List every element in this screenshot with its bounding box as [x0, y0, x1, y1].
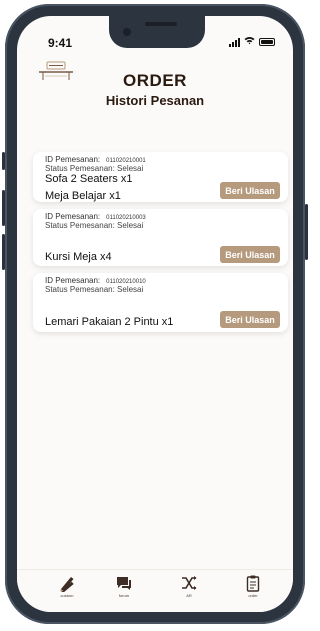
shuffle-icon: [169, 574, 209, 592]
nav-item-order[interactable]: order: [233, 574, 273, 598]
review-button[interactable]: Beri Ulasan: [220, 246, 280, 263]
order-item: Meja Belajar x1: [45, 190, 121, 202]
order-item: Sofa 2 Seaters x1: [45, 173, 133, 185]
chat-icon: [104, 574, 144, 592]
notch: [109, 16, 205, 48]
mute-switch: [2, 152, 5, 170]
clipboard-icon: [233, 574, 273, 592]
order-id: ID Pemesanan: 011020210010: [45, 276, 146, 285]
status-icons: [229, 36, 275, 48]
order-id-label: ID Pemesanan:: [45, 276, 101, 285]
phone-frame: 9:41 ORDER Histori Pesanan ID Pemesanan:…: [2, 4, 308, 624]
bottom-nav: custom forum AR order: [17, 569, 293, 612]
order-id-label: ID Pemesanan:: [45, 212, 101, 221]
nav-item-custom[interactable]: custom: [47, 574, 87, 598]
order-id: ID Pemesanan: 011020210001: [45, 155, 146, 164]
review-button[interactable]: Beri Ulasan: [220, 182, 280, 199]
order-id: ID Pemesanan: 011020210003: [45, 212, 146, 221]
order-status: Status Pemesanan: Selesai: [45, 164, 144, 173]
nav-item-forum[interactable]: forum: [104, 574, 144, 598]
battery-icon: [259, 38, 275, 46]
page-subtitle: Histori Pesanan: [105, 93, 205, 108]
status-time: 9:41: [48, 36, 73, 50]
nav-label: order: [248, 593, 258, 598]
front-camera: [123, 28, 131, 36]
order-status: Status Pemesanan: Selesai: [45, 221, 144, 230]
nav-label: custom: [60, 593, 74, 598]
earpiece-speaker: [145, 22, 177, 26]
app-screen: 9:41 ORDER Histori Pesanan ID Pemesanan:…: [17, 16, 293, 612]
power-button: [305, 204, 308, 260]
order-item: Kursi Meja x4: [45, 251, 112, 263]
order-status: Status Pemesanan: Selesai: [45, 285, 144, 294]
nav-item-ar[interactable]: AR: [169, 574, 209, 598]
volume-down-button: [2, 234, 5, 270]
order-id-label: ID Pemesanan:: [45, 155, 101, 164]
nav-label: forum: [118, 593, 130, 598]
volume-up-button: [2, 190, 5, 226]
pencil-ruler-icon: [47, 574, 87, 592]
nav-label: AR: [186, 593, 192, 598]
order-card: ID Pemesanan: 011020210010 Status Pemesan…: [33, 273, 288, 332]
order-item: Lemari Pakaian 2 Pintu x1: [45, 316, 174, 328]
page-title: ORDER: [123, 71, 187, 90]
wifi-icon: [244, 36, 255, 48]
order-card: ID Pemesanan: 011020210001 Status Pemesan…: [33, 152, 288, 202]
signal-icon: [229, 37, 240, 47]
review-button[interactable]: Beri Ulasan: [220, 311, 280, 328]
order-card: ID Pemesanan: 011020210003 Status Pemesan…: [33, 209, 288, 266]
